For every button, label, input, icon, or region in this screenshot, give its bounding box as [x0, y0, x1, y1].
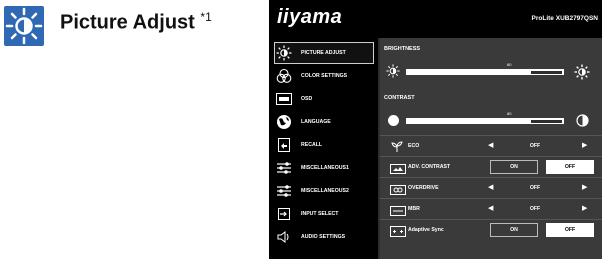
- adv-contrast-off-button[interactable]: OFF: [546, 160, 594, 174]
- menu-item-audio-settings[interactable]: AUDIO SETTINGS: [275, 226, 375, 248]
- menu-label: OSD: [301, 96, 313, 102]
- adaptive-sync-row[interactable]: Adaptive Sync ON OFF: [380, 219, 602, 240]
- color-settings-icon: [275, 68, 293, 84]
- mbr-icon: [390, 203, 406, 216]
- contrast-label: CONTRAST: [384, 95, 415, 101]
- brightness-track-remaining: [531, 71, 562, 74]
- adv-contrast-on-button[interactable]: ON: [490, 160, 538, 174]
- osd-icon: [275, 91, 293, 107]
- page-title: Picture Adjust *1: [60, 10, 212, 34]
- mbr-right-arrow[interactable]: ▶: [582, 204, 587, 212]
- adaptive-sync-off-button[interactable]: OFF: [546, 223, 594, 237]
- contrast-value: 80: [507, 111, 512, 116]
- menu-item-color-settings[interactable]: COLOR SETTINGS: [275, 65, 375, 87]
- speaker-icon: [275, 229, 293, 245]
- recall-icon: [275, 137, 293, 153]
- model-name: ProLite XUB2797QSN: [531, 15, 598, 22]
- sliders-icon: [275, 183, 293, 199]
- eco-label: ECO: [408, 143, 420, 149]
- mbr-row[interactable]: MBR ◀ OFF ▶: [380, 198, 602, 219]
- overdrive-value: OFF: [529, 185, 541, 191]
- mbr-label: MBR: [408, 206, 420, 212]
- input-select-icon: [275, 206, 293, 222]
- menu-label: MISCELLANEOUS2: [301, 188, 349, 194]
- adv-contrast-label: ADV. CONTRAST: [408, 164, 451, 170]
- osd-header: iiyama ProLite XUB2797QSN: [269, 0, 602, 38]
- adv-contrast-icon: [390, 161, 406, 174]
- brand-logo: iiyama: [277, 6, 343, 28]
- osd-menu: PICTURE ADJUST COLOR SETTINGS OSD LANGUA…: [269, 38, 378, 259]
- menu-item-miscellaneous1[interactable]: MISCELLANEOUS1: [275, 157, 375, 179]
- menu-label: COLOR SETTINGS: [301, 73, 348, 79]
- adaptive-sync-label: Adaptive Sync: [408, 227, 444, 233]
- settings-panel: BRIGHTNESS 80 CONTRAST 80 ECO ◀ OFF ▶ AD…: [380, 38, 602, 259]
- overdrive-right-arrow[interactable]: ▶: [582, 183, 587, 191]
- brightness-high-icon: [574, 64, 590, 85]
- adv-contrast-row[interactable]: ADV. CONTRAST ON OFF: [380, 156, 602, 177]
- overdrive-row[interactable]: OVERDRIVE ◀ OFF ▶: [380, 177, 602, 198]
- overdrive-left-arrow[interactable]: ◀: [488, 183, 493, 191]
- menu-label: RECALL: [301, 142, 323, 148]
- osd-window: iiyama ProLite XUB2797QSN PICTURE ADJUST…: [269, 0, 602, 259]
- menu-label: INPUT SELECT: [301, 211, 339, 217]
- menu-item-osd[interactable]: OSD: [275, 88, 375, 110]
- eco-plant-icon: [390, 140, 406, 152]
- brightness-low-icon: [386, 64, 400, 83]
- menu-item-miscellaneous2[interactable]: MISCELLANEOUS2: [275, 180, 375, 202]
- menu-item-language[interactable]: LANGUAGE: [275, 111, 375, 133]
- overdrive-label: OVERDRIVE: [408, 185, 439, 191]
- menu-item-picture-adjust[interactable]: PICTURE ADJUST: [274, 42, 374, 64]
- contrast-track[interactable]: 80: [406, 111, 564, 124]
- picture-adjust-sun-icon: [4, 6, 44, 46]
- brightness-value: 80: [507, 62, 512, 67]
- menu-item-input-select[interactable]: INPUT SELECT: [275, 203, 375, 225]
- contrast-high-icon: [576, 114, 589, 132]
- contrast-slider[interactable]: 80: [380, 111, 602, 131]
- footnote-mark: *1: [200, 10, 212, 24]
- menu-item-recall[interactable]: RECALL: [275, 134, 375, 156]
- brightness-label: BRIGHTNESS: [384, 46, 421, 52]
- adaptive-sync-on-button[interactable]: ON: [490, 223, 538, 237]
- contrast-track-remaining: [531, 120, 562, 123]
- eco-row[interactable]: ECO ◀ OFF ▶: [380, 135, 602, 156]
- eco-value: OFF: [529, 143, 541, 149]
- sun-icon: [275, 45, 293, 61]
- adaptive-sync-icon: [390, 224, 406, 237]
- menu-label: AUDIO SETTINGS: [301, 234, 346, 240]
- eco-left-arrow[interactable]: ◀: [488, 141, 493, 149]
- sliders-icon: [275, 160, 293, 176]
- menu-label: PICTURE ADJUST: [301, 50, 346, 56]
- overdrive-icon: [390, 182, 406, 195]
- mbr-value: OFF: [529, 206, 541, 212]
- globe-icon: [275, 114, 293, 130]
- menu-label: MISCELLANEOUS1: [301, 165, 349, 171]
- mbr-left-arrow[interactable]: ◀: [488, 204, 493, 212]
- eco-right-arrow[interactable]: ▶: [582, 141, 587, 149]
- contrast-low-icon: [387, 114, 400, 132]
- menu-label: LANGUAGE: [301, 119, 331, 125]
- brightness-track[interactable]: 80: [406, 62, 564, 75]
- brightness-slider[interactable]: 80: [380, 62, 602, 82]
